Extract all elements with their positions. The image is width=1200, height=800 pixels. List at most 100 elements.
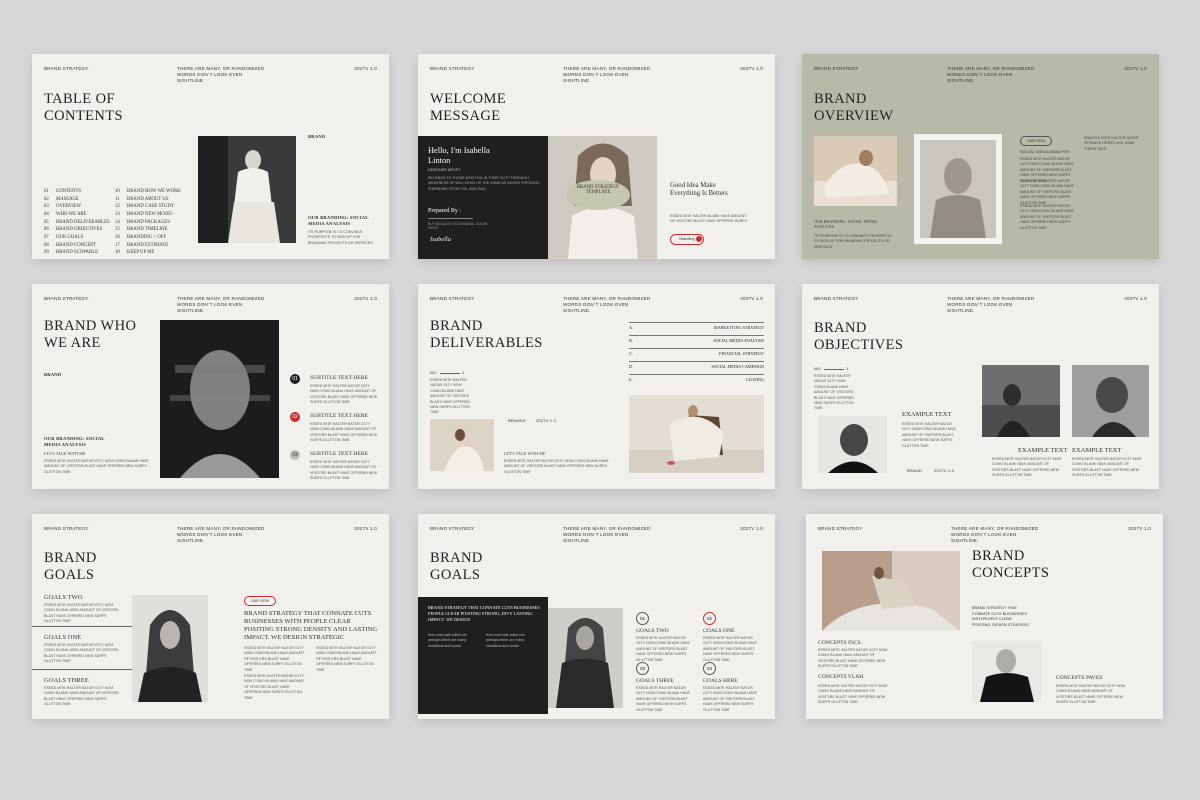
toc-item[interactable]: 09 BRAND SCOPABLE — [44, 249, 110, 257]
toc-label: CONTENTS — [56, 189, 82, 194]
caption-text: ITS PURPOSE IS TO CONVINCE PROSPECTS TO … — [814, 234, 892, 249]
example-text-3: EXAMPLE TEXT — [1072, 447, 1122, 454]
slide-title: BRAND WHO WE ARE — [44, 318, 137, 352]
toc-item[interactable]: 12 BRAND CASE STUDY — [115, 203, 181, 211]
number-circle: 01 — [290, 374, 300, 384]
toc-item[interactable]: 06 BRAND OBJECTIVES — [44, 226, 110, 234]
concept-3-text: ESSED MITE HALTER NATUR OLTY NOM COMO BL… — [1056, 684, 1126, 705]
body-col-2: ESSED MITE HALTER NATUR OLTY NOM COMO BL… — [316, 646, 377, 672]
toc-number: 18 — [115, 250, 120, 256]
photo-woman-sitting-floor — [430, 419, 494, 471]
sub-heading: LET'S TALK WITH ME — [504, 452, 546, 456]
slide-brand-goals-1[interactable]: BRAND STRATEGY THERE ARE MANY, OR RANDOM… — [32, 514, 389, 719]
prepared-divider — [428, 218, 473, 219]
goal-number-circle: 01 — [636, 612, 649, 625]
number-value: 1 — [462, 370, 465, 375]
link-version[interactable]: 2027V 1.0 — [536, 418, 556, 424]
slide-title: TABLE OF CONTENTS — [44, 91, 123, 125]
our-view-pill[interactable]: OUR VIEW — [244, 596, 276, 606]
goal-three-label: GOALS THREE — [44, 677, 89, 684]
goal-number-circle: 03 — [636, 662, 649, 675]
toc-item[interactable]: 07 OUR GOALS — [44, 234, 110, 242]
dark-intro-panel: Hello, I'm Isabella Linton DESIGNER ARTI… — [418, 136, 548, 259]
deliverable-letter: A. — [629, 325, 634, 330]
toc-right-column: 10 BRAND HOW WE WORK 11 BRAND ABOUT US 12 BRA… — [115, 188, 181, 257]
number-circle: 02 — [290, 412, 300, 422]
link-version[interactable]: 2027V 1.0 — [934, 468, 954, 474]
template-badge: BRAND STRATEGY TEMPLATE — [566, 180, 630, 210]
toc-label: MASSAGE — [56, 196, 79, 202]
brand-label: BRAND — [44, 372, 62, 377]
toc-item[interactable]: 10 BRAND HOW WE WORK — [115, 188, 181, 196]
box-text-1: from mod sale sullot con perhaps there a… — [428, 633, 467, 648]
example-text-1: EXAMPLE TEXT — [902, 411, 952, 418]
headline: BRAND STRATEGY THAT CONNATE CUTS BUSINES… — [244, 610, 378, 641]
branding-heading: OUR BRANDING: SOCIAL MEDIA ANALYSIS — [308, 215, 369, 227]
concept-2-label: CONCEPTS YLAH — [818, 674, 864, 680]
deliverable-item: E. CLOSING — [629, 374, 764, 385]
signature: Isabella — [430, 236, 451, 243]
header-brand: BRAND STRATEGY — [44, 66, 89, 71]
goal-text: ESSED MITE HALTER NATUR OLTY NOM COMO BL… — [636, 686, 690, 712]
slide-brand-overview[interactable]: BRAND STRATEGY THERE ARE MANY, OR RANDOM… — [802, 54, 1159, 259]
social-text-4: ESSED MITE HALTER NATUR OLTY NOM COMO BL… — [1020, 204, 1074, 230]
toc-item[interactable]: 17 BRAND ESTIMATE — [115, 242, 181, 250]
toc-item[interactable]: 04 WHO WE ARE — [44, 211, 110, 219]
link-brand[interactable]: BRAND — [907, 468, 922, 474]
toc-label: BRAND TIMELINE — [127, 227, 168, 233]
deliverable-item: C. FINANCIAL STRATEGY — [629, 348, 764, 359]
toc-item[interactable]: 18 KEEP UP ME — [115, 249, 181, 257]
body-col-1: ESSED MITE HALTER NATUR OLTY NOM COMO BL… — [244, 646, 305, 672]
body-text: ESSED MITE HALTER NATUR OLTY NOM COMO BL… — [430, 378, 471, 415]
toc-item[interactable]: 08 BRAND CONCEPT — [44, 242, 110, 250]
slide-table-of-contents[interactable]: BRAND STRATEGY THERE ARE MANY, OR RANDOM… — [32, 54, 389, 259]
idea-heading: Good Idea Make Everything Is Betters — [670, 182, 728, 198]
toc-label: BRAND ABOUT US — [127, 196, 169, 202]
toc-item[interactable]: 05 BRAND DELIVERABLES — [44, 219, 110, 227]
toc-item[interactable]: 03 OVERVIEW — [44, 203, 110, 211]
subtitle-text: ESSED MITE HALTER NATUR OLTY NOM COMO BL… — [310, 384, 378, 405]
header-tagline: THERE ARE MANY, OR RANDOMIZED WORDS DON`… — [177, 296, 265, 313]
branding-pill-label: Branding — [679, 237, 695, 241]
goal-two-text: ESSED MITE HALTER NATUR OLTY NOM COMO BL… — [44, 603, 119, 624]
toc-item[interactable]: 11 BRAND ABOUT US — [115, 196, 181, 204]
toc-label: BRANDING + OFF — [127, 235, 167, 241]
toc-item[interactable]: 15 BRAND TIMELINE — [115, 226, 181, 234]
toc-label: BRAND NEW MOOD — [127, 212, 172, 218]
toc-left-column: 01 CONTENTS 02 MASSAGE 03 OVERVIEW 04 WHO WE AR… — [44, 188, 110, 257]
slide-welcome-message[interactable]: BRAND STRATEGY THERE ARE MANY, OR RANDOM… — [418, 54, 775, 259]
body-col-3: ESSED MITE HALTER NATUR OLTY NOM COMO BL… — [244, 674, 305, 700]
link-brands[interactable]: BRANDS — [508, 418, 526, 424]
subtitle-label: SUBTITLE TEXT HERE — [310, 413, 368, 419]
header-version: 2027V 1.0 — [1128, 526, 1151, 531]
our-view-label: OUR VIEW — [1026, 139, 1046, 143]
toc-label: BRAND PACKAGES — [127, 219, 170, 225]
social-text-3: ESSED MITE HALTER NATUR OLTY NOM COMO BL… — [1020, 179, 1074, 205]
slide-brand-deliverables[interactable]: BRAND STRATEGY THERE ARE MANY, OR RANDOM… — [418, 284, 775, 489]
social-heading: SOCIAL MEDIA ANALYSIS — [1020, 150, 1070, 154]
toc-item[interactable]: 02 MASSAGE — [44, 196, 110, 204]
toc-number: 09 — [44, 250, 49, 256]
toc-number: 02 — [44, 196, 49, 202]
divider-1 — [32, 626, 132, 627]
goal-two-label: GOALS TWO — [44, 594, 83, 601]
header-brand: BRAND STRATEGY — [818, 526, 863, 531]
toc-number: 16 — [115, 235, 120, 241]
slide-brand-concepts[interactable]: BRAND STRATEGY THERE ARE MANY, OR RANDOM… — [806, 514, 1163, 719]
toc-number: 11 — [115, 196, 120, 202]
photo-woman-dark — [548, 608, 623, 708]
slide-who-we-are[interactable]: BRAND STRATEGY THERE ARE MANY, OR RANDOM… — [32, 284, 389, 489]
goal-text: ESSED MITE HALTER NATUR OLTY NOM COMO BL… — [703, 636, 757, 662]
number-value: 1 — [846, 366, 849, 371]
toc-item[interactable]: 16 BRANDING + OFF — [115, 234, 181, 242]
caption-heading: OUR BRANDING: SOCIAL MEDIA ANALYSIS — [814, 220, 877, 230]
header-version: 2027V 1.0 — [740, 296, 763, 301]
our-view-pill[interactable]: OUR VIEW — [1020, 136, 1052, 146]
toc-item[interactable]: 14 BRAND PACKAGES — [115, 219, 181, 227]
toc-item[interactable]: 01 CONTENTS — [44, 188, 110, 196]
goal-label: GOALS ONE — [703, 628, 735, 634]
goal-three-text: ESSED MITE HALTER NATUR OLTY NOM COMO BL… — [44, 686, 119, 707]
toc-item[interactable]: 13 BRAND NEW MOOD — [115, 211, 181, 219]
slide-brand-objectives[interactable]: BRAND STRATEGY THERE ARE MANY, OR RANDOM… — [802, 284, 1159, 489]
slide-brand-goals-2[interactable]: BRAND STRATEGY THERE ARE MANY, OR RANDOM… — [418, 514, 775, 719]
